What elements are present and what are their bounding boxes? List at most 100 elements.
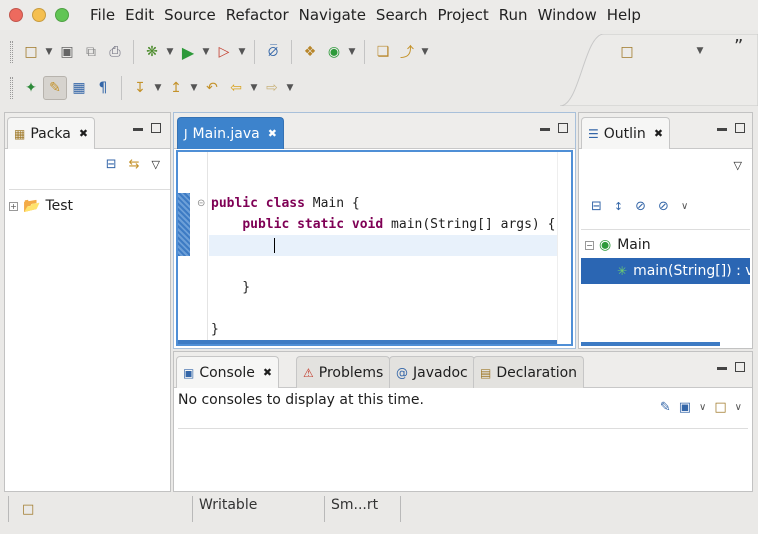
forward-icon[interactable]: ⇨ <box>260 76 284 100</box>
sort-icon[interactable]: ↕ <box>614 200 623 213</box>
fast-view-icon[interactable]: □ <box>22 502 34 517</box>
horizontal-scrollbar[interactable] <box>178 340 557 344</box>
view-menu-icon[interactable]: ▽ <box>734 159 742 172</box>
editor-gutter[interactable]: ⊝ <box>178 152 208 344</box>
menu-project[interactable]: Project <box>432 6 493 24</box>
tab-main-java[interactable]: J Main.java ✖ <box>177 117 284 149</box>
menu-help[interactable]: Help <box>602 6 646 24</box>
minimize-icon[interactable] <box>717 128 727 131</box>
toolbar-grip[interactable] <box>10 77 13 99</box>
code-line: } <box>211 280 251 295</box>
open-console-icon[interactable]: □ <box>714 400 726 415</box>
external-tools-icon[interactable]: ▷ <box>212 40 236 64</box>
code-line: public class Main { <box>211 196 360 211</box>
menu-edit[interactable]: Edit <box>120 6 159 24</box>
tab-console[interactable]: ▣ Console ✖ <box>176 356 280 388</box>
show-whitespace-icon[interactable]: ¶ <box>91 76 115 100</box>
new-java-class-icon[interactable]: ◉ <box>322 40 346 64</box>
toolbar-grip[interactable] <box>10 41 13 63</box>
open-console-dropdown-icon[interactable]: ∨ <box>735 402 742 413</box>
menu-run[interactable]: Run <box>494 6 533 24</box>
maximize-icon[interactable] <box>151 123 161 133</box>
skip-breakpoints-icon[interactable]: ⦱ <box>261 40 285 64</box>
new-java-package-icon[interactable]: ❖ <box>298 40 322 64</box>
close-icon[interactable]: ✖ <box>654 127 663 140</box>
previous-annotation-icon[interactable]: ↥ <box>164 76 188 100</box>
menu-refactor[interactable]: Refactor <box>221 6 294 24</box>
display-console-dropdown-icon[interactable]: ∨ <box>699 402 706 413</box>
tab-javadoc[interactable]: @ Javadoc <box>389 356 475 388</box>
fold-icon[interactable]: ⊝ <box>197 198 205 209</box>
save-all-icon[interactable]: ⧉ <box>79 40 103 64</box>
menu-file[interactable]: File <box>85 6 120 24</box>
forward-dropdown-icon[interactable]: ▼ <box>284 83 296 93</box>
outline-dropdown-icon[interactable]: ∨ <box>681 201 688 212</box>
maximize-icon[interactable] <box>735 123 745 133</box>
back-icon[interactable]: ⇦ <box>224 76 248 100</box>
search-icon[interactable]: ⤴ <box>395 40 419 64</box>
toolbar-overflow-button[interactable]: ” <box>734 36 743 57</box>
menu-search[interactable]: Search <box>371 6 433 24</box>
back-dropdown-icon[interactable]: ▼ <box>248 83 260 93</box>
mark-occurrences-icon[interactable]: ✎ <box>43 76 67 100</box>
next-annotation-icon[interactable]: ↧ <box>128 76 152 100</box>
maximize-icon[interactable] <box>735 362 745 372</box>
expand-icon[interactable]: + <box>9 201 18 211</box>
display-console-icon[interactable]: ▣ <box>679 400 691 415</box>
collapse-all-icon[interactable]: ⊟ <box>591 199 602 214</box>
close-icon[interactable]: ✖ <box>268 127 277 140</box>
close-icon[interactable]: ✖ <box>263 366 272 379</box>
view-menu-icon[interactable]: ▽ <box>152 158 160 171</box>
vertical-scrollbar[interactable] <box>557 152 571 344</box>
tree-item-test[interactable]: + 📂 Test <box>9 196 170 216</box>
open-perspective-icon[interactable]: □ <box>615 40 639 64</box>
menu-source[interactable]: Source <box>159 6 221 24</box>
tab-problems[interactable]: ⚠ Problems <box>296 356 391 388</box>
save-icon[interactable]: ▣ <box>55 40 79 64</box>
debug-icon[interactable]: ❋ <box>140 40 164 64</box>
last-edit-location-icon[interactable]: ↶ <box>200 76 224 100</box>
minimize-icon[interactable] <box>133 128 143 131</box>
minimize-window-button[interactable] <box>32 8 46 22</box>
collapse-all-icon[interactable]: ⊟ <box>106 157 117 172</box>
print-icon[interactable]: ⎙ <box>103 40 127 64</box>
block-selection-icon[interactable]: ▦ <box>67 76 91 100</box>
external-tools-dropdown-icon[interactable]: ▼ <box>236 47 248 57</box>
pin-console-icon[interactable]: ✎ <box>660 400 671 415</box>
collapse-icon[interactable]: − <box>585 240 594 250</box>
run-icon[interactable]: ▶ <box>176 40 200 64</box>
horizontal-scrollbar[interactable] <box>581 342 720 346</box>
new-icon[interactable]: □ <box>19 40 43 64</box>
maximize-icon[interactable] <box>558 123 568 133</box>
code-content[interactable]: public class Main { public static void m… <box>209 172 557 340</box>
debug-dropdown-icon[interactable]: ▼ <box>164 47 176 57</box>
class-icon: ◉ <box>599 237 612 253</box>
perspective-dropdown-icon[interactable]: ▼ <box>694 46 706 56</box>
next-annotation-dropdown-icon[interactable]: ▼ <box>152 83 164 93</box>
minimize-icon[interactable] <box>540 128 550 131</box>
run-dropdown-icon[interactable]: ▼ <box>200 47 212 57</box>
menu-window[interactable]: Window <box>533 6 602 24</box>
outline-item-main-method[interactable]: ✳ main(String[]) : v <box>581 258 750 284</box>
tab-declaration[interactable]: ▤ Declaration <box>473 356 585 388</box>
search-dropdown-icon[interactable]: ▼ <box>419 47 431 57</box>
close-icon[interactable]: ✖ <box>79 127 88 140</box>
close-window-button[interactable] <box>9 8 23 22</box>
console-output-area[interactable] <box>178 428 748 487</box>
minimize-icon[interactable] <box>717 367 727 370</box>
outline-item-main[interactable]: − ◉ Main <box>581 232 750 258</box>
hide-fields-icon[interactable]: ⊘ <box>635 199 646 214</box>
menu-navigate[interactable]: Navigate <box>294 6 371 24</box>
previous-annotation-dropdown-icon[interactable]: ▼ <box>188 83 200 93</box>
tab-package-explorer[interactable]: ▦ Packa ✖ <box>7 117 96 149</box>
link-with-editor-icon[interactable]: ⇆ <box>129 157 140 172</box>
maximize-window-button[interactable] <box>55 8 69 22</box>
tab-outline[interactable]: ☰ Outlin ✖ <box>581 117 671 149</box>
code-editor[interactable]: ⊝ public class Main { public static void… <box>176 150 573 346</box>
toggle-breadcrumb-icon[interactable]: ✦ <box>19 76 43 100</box>
new-dropdown-icon[interactable]: ▼ <box>43 47 55 57</box>
outline-panel: ☰ Outlin ✖ ▽ ⊟ ↕ ⊘ ⊘ ∨ − ◉ Main ✳ main(S… <box>578 112 753 349</box>
new-java-class-dropdown-icon[interactable]: ▼ <box>346 47 358 57</box>
hide-static-icon[interactable]: ⊘ <box>658 199 669 214</box>
open-type-icon[interactable]: ❏ <box>371 40 395 64</box>
